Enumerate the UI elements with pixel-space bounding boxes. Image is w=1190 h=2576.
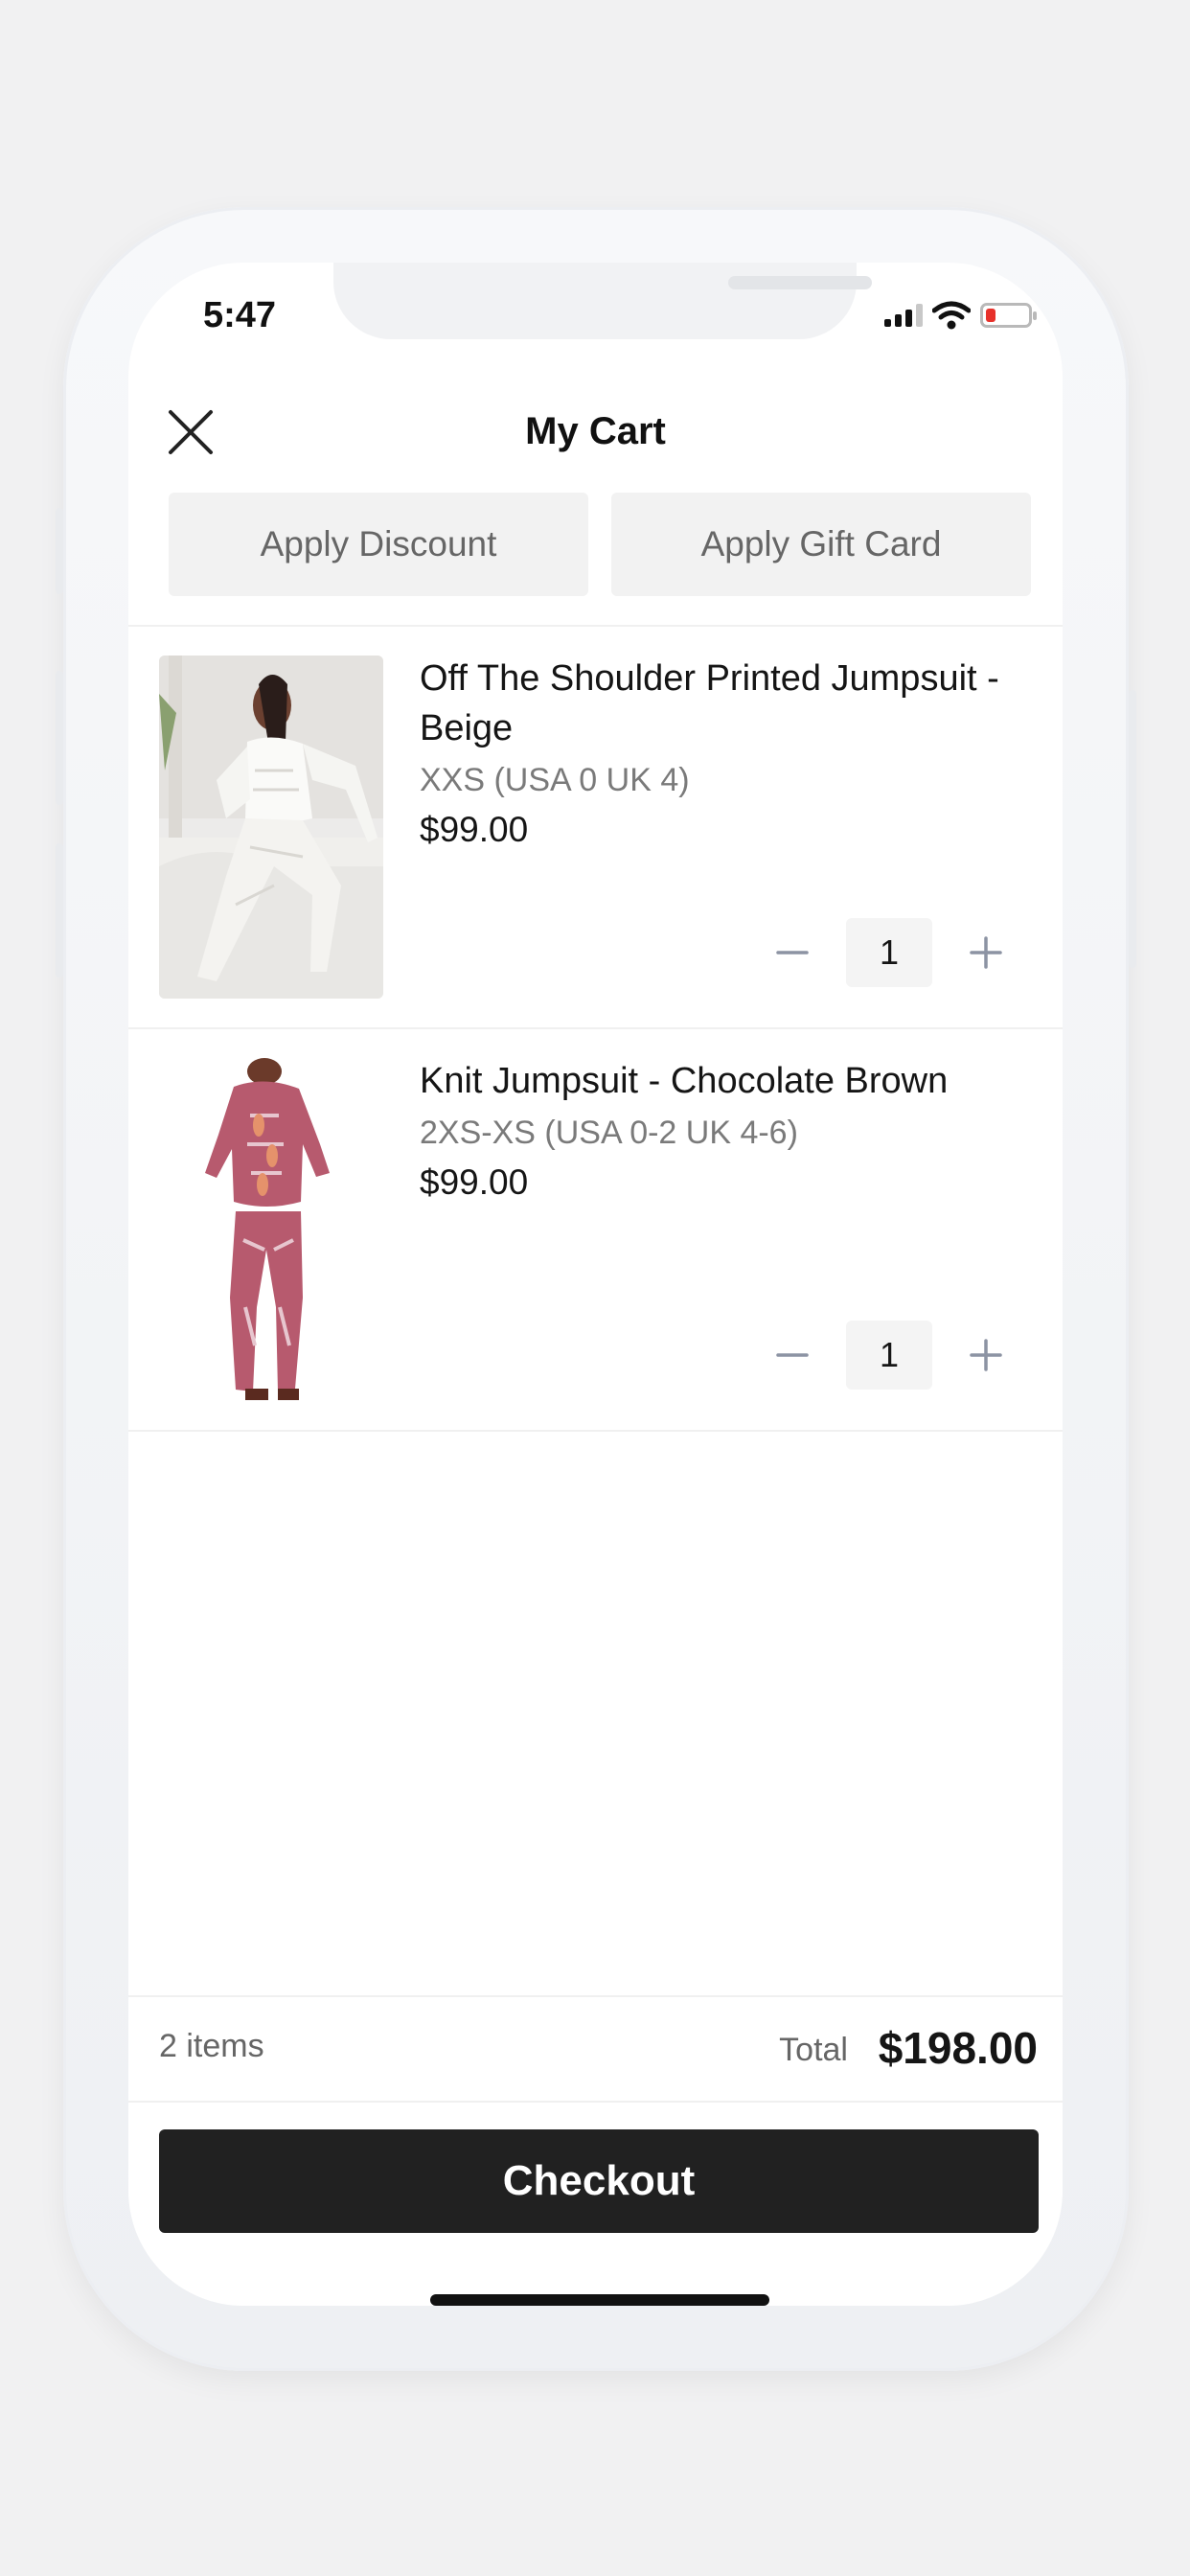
cart-actions: Apply Discount Apply Gift Card (169, 493, 1031, 596)
cart-header: My Cart (128, 387, 1063, 483)
apply-discount-button[interactable]: Apply Discount (169, 493, 588, 596)
increase-quantity-button[interactable] (959, 1328, 1013, 1382)
decrease-quantity-button[interactable] (766, 926, 819, 979)
plus-icon (970, 936, 1002, 969)
status-icons (884, 301, 1037, 330)
product-price: $99.00 (420, 1162, 529, 1202)
plus-icon (970, 1339, 1002, 1371)
product-size: 2XS-XS (USA 0-2 UK 4-6) (420, 1115, 798, 1151)
apply-gift-card-button[interactable]: Apply Gift Card (611, 493, 1031, 596)
quantity-value: 1 (846, 1321, 932, 1390)
item-count: 2 items (159, 2028, 264, 2064)
quantity-value: 1 (846, 918, 932, 987)
phone-power-button (1129, 690, 1136, 968)
status-time: 5:47 (203, 295, 277, 335)
total-label: Total (779, 2032, 848, 2068)
product-image[interactable] (159, 1058, 383, 1401)
increase-quantity-button[interactable] (959, 926, 1013, 979)
product-name[interactable]: Off The Shoulder Printed Jumpsuit - Beig… (420, 654, 1033, 753)
item-info: Knit Jumpsuit - Chocolate Brown 2XS-XS (… (420, 1056, 1033, 1208)
phone-side-button (56, 508, 63, 594)
cart-summary: 2 items Total $198.00 (128, 1997, 1063, 2103)
item-info: Off The Shoulder Printed Jumpsuit - Beig… (420, 654, 1033, 855)
battery-icon (980, 303, 1037, 328)
app-screen: 5:47 My Cart Apply Discount Apply Gift C… (128, 263, 1063, 2306)
minus-icon (776, 951, 809, 954)
divider (128, 2101, 1063, 2103)
page-title: My Cart (525, 410, 666, 452)
speaker (728, 276, 872, 289)
home-indicator[interactable] (430, 2294, 769, 2306)
notch (333, 263, 872, 339)
phone-volume-down (56, 843, 63, 978)
product-price: $99.00 (420, 810, 529, 849)
cart-item: Off The Shoulder Printed Jumpsuit - Beig… (128, 627, 1063, 1027)
decrease-quantity-button[interactable] (766, 1328, 819, 1382)
product-image[interactable] (159, 656, 383, 999)
quantity-stepper: 1 (766, 1321, 1013, 1390)
phone-volume-up (56, 671, 63, 805)
wifi-icon (932, 301, 971, 330)
product-size: XXS (USA 0 UK 4) (420, 762, 690, 798)
cellular-signal-icon (884, 304, 923, 327)
total-value: $198.00 (878, 2023, 1038, 2073)
divider (128, 1430, 1063, 1432)
minus-icon (776, 1353, 809, 1357)
quantity-stepper: 1 (766, 918, 1013, 987)
checkout-button[interactable]: Checkout (159, 2129, 1039, 2233)
cart-item: Knit Jumpsuit - Chocolate Brown 2XS-XS (… (128, 1029, 1063, 1430)
product-name[interactable]: Knit Jumpsuit - Chocolate Brown (420, 1056, 1033, 1106)
